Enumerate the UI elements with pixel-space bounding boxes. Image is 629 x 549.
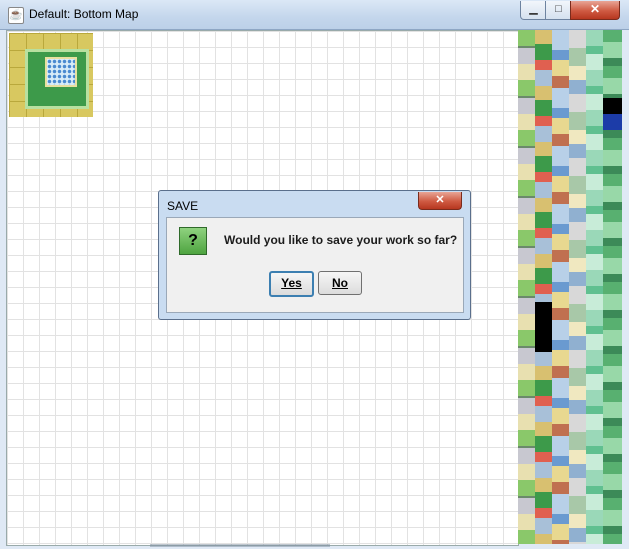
- tile-palette-dark-tile[interactable]: [535, 302, 552, 352]
- dialog-title: SAVE: [167, 199, 199, 213]
- window-titlebar: ☕ Default: Bottom Map ▁ □ ✕: [0, 0, 629, 30]
- java-cup-icon[interactable]: ☕: [8, 7, 24, 24]
- tile-palette-column[interactable]: [569, 30, 586, 544]
- minimize-button[interactable]: ▁: [520, 1, 547, 20]
- taskbar-edge: [150, 544, 330, 547]
- tile-palette[interactable]: [518, 30, 622, 544]
- maximize-icon: □: [555, 3, 562, 15]
- window-title: Default: Bottom Map: [29, 7, 139, 21]
- tile-palette-dark-tile[interactable]: [603, 98, 622, 114]
- dialog-body: ? Would you like to save your work so fa…: [166, 217, 464, 313]
- close-button[interactable]: ✕: [570, 1, 620, 20]
- tile-palette-column[interactable]: [552, 30, 569, 544]
- map-tile-cluster[interactable]: [9, 33, 93, 117]
- dialog-close-button[interactable]: ✕: [418, 192, 462, 210]
- no-button[interactable]: No: [318, 271, 362, 295]
- map-window-tile: [45, 57, 77, 87]
- dialog-message: Would you like to save your work so far?: [224, 233, 458, 247]
- tile-palette-column[interactable]: [586, 30, 603, 544]
- yes-button[interactable]: Yes: [269, 271, 314, 297]
- close-icon: ✕: [589, 2, 601, 16]
- maximize-button[interactable]: □: [545, 1, 572, 20]
- tile-palette-water-tile[interactable]: [603, 114, 622, 130]
- question-icon: ?: [179, 227, 207, 255]
- close-icon: ✕: [435, 194, 445, 206]
- tile-palette-column[interactable]: [518, 30, 535, 544]
- tile-palette-column[interactable]: [535, 30, 552, 544]
- save-dialog: SAVE ✕ ? Would you like to save your wor…: [158, 190, 471, 320]
- minimize-icon: ▁: [529, 3, 538, 15]
